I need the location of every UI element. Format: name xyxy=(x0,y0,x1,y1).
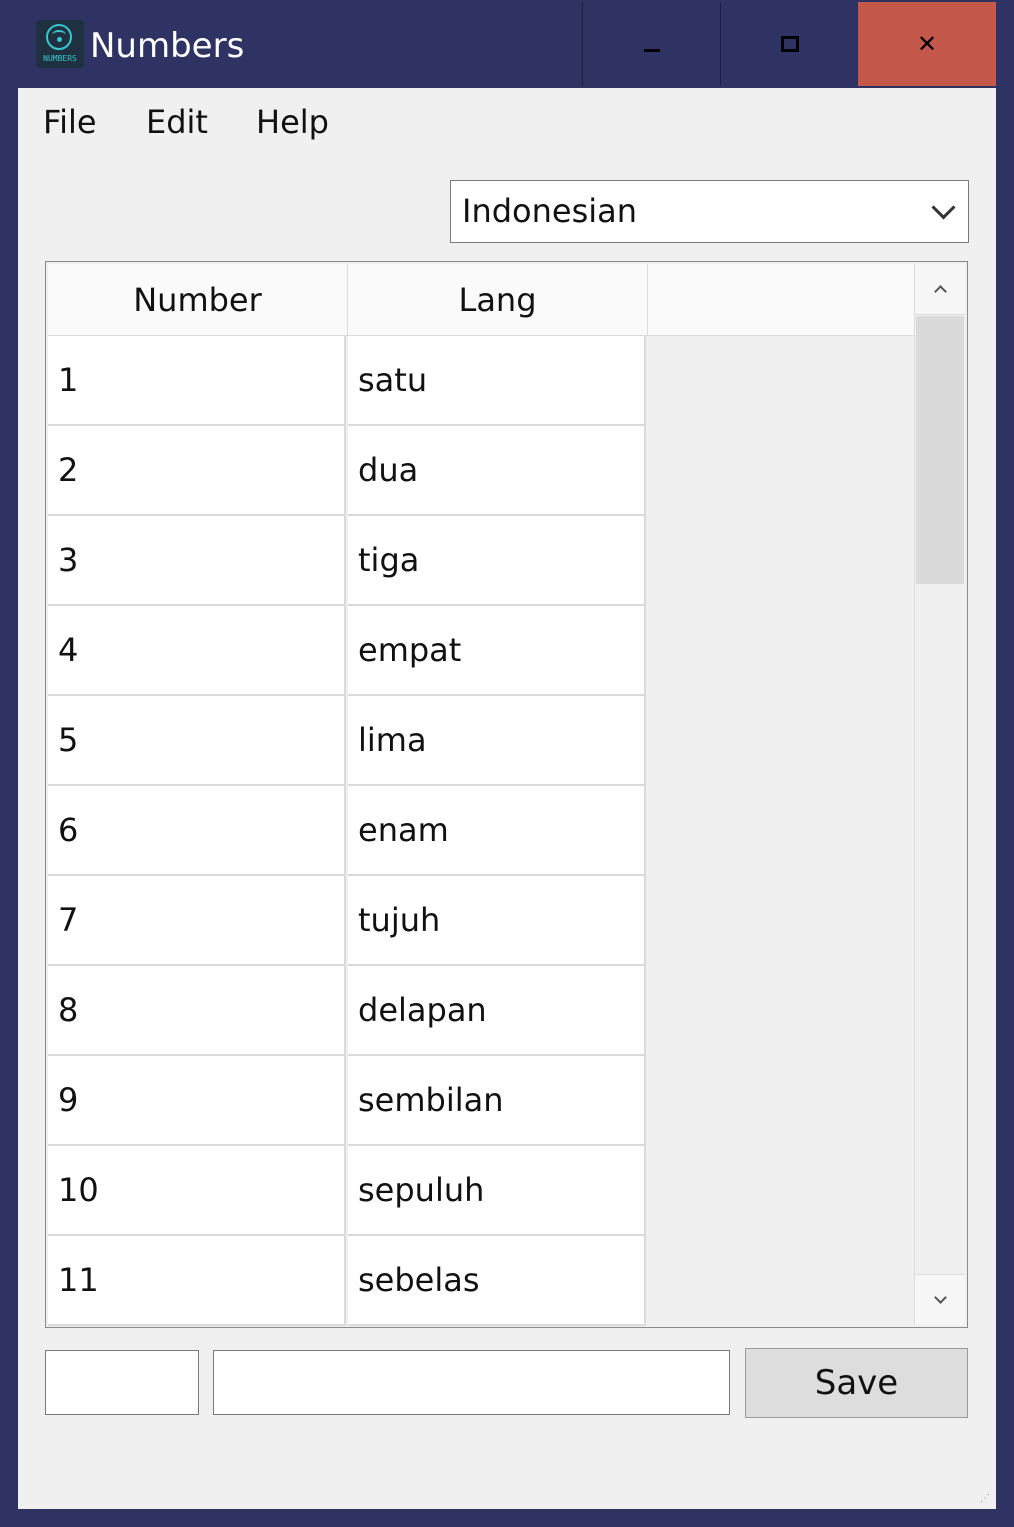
menu-edit[interactable]: Edit xyxy=(146,100,208,144)
cell-number-text: 1 xyxy=(58,361,79,399)
cell-lang[interactable]: satu xyxy=(348,336,646,426)
cell-lang-text: satu xyxy=(358,361,428,399)
lang-input[interactable] xyxy=(213,1350,730,1415)
chevron-up-icon xyxy=(933,285,947,298)
cell-lang-text: enam xyxy=(358,811,449,849)
maximize-button[interactable] xyxy=(720,2,859,86)
table-row[interactable]: 6 enam xyxy=(48,786,648,876)
cell-number[interactable]: 5 xyxy=(48,696,346,786)
cell-number-text: 9 xyxy=(58,1081,79,1119)
cell-number[interactable]: 4 xyxy=(48,606,346,696)
cell-lang[interactable]: dua xyxy=(348,426,646,516)
cell-number[interactable]: 2 xyxy=(48,426,346,516)
chevron-down-icon xyxy=(933,1291,947,1304)
vertical-scrollbar[interactable] xyxy=(914,264,965,1325)
cell-number-text: 10 xyxy=(58,1171,99,1209)
window-title: Numbers xyxy=(90,26,245,66)
cell-number[interactable]: 11 xyxy=(48,1236,346,1326)
cell-number[interactable]: 8 xyxy=(48,966,346,1056)
language-dropdown-value: Indonesian xyxy=(462,192,638,230)
table-row[interactable]: 10 sepuluh xyxy=(48,1146,648,1236)
cell-lang[interactable]: lima xyxy=(348,696,646,786)
menu-help[interactable]: Help xyxy=(256,100,329,144)
cell-lang[interactable]: sepuluh xyxy=(348,1146,646,1236)
chevron-down-icon xyxy=(931,195,956,220)
table-row[interactable]: 7 tujuh xyxy=(48,876,648,966)
cell-number-text: 7 xyxy=(58,901,79,939)
cell-number-text: 6 xyxy=(58,811,79,849)
cell-lang-text: tujuh xyxy=(358,901,441,939)
cell-lang-text: lima xyxy=(358,721,427,759)
cell-number[interactable]: 3 xyxy=(48,516,346,606)
cell-lang[interactable]: enam xyxy=(348,786,646,876)
close-icon: ✕ xyxy=(916,30,938,58)
app-window: NUMBERS Numbers ✕ File Edit Help Indones… xyxy=(0,0,1014,1527)
cell-number-text: 4 xyxy=(58,631,79,669)
cell-number-text: 3 xyxy=(58,541,79,579)
table-row[interactable]: 5 lima xyxy=(48,696,648,786)
cell-lang[interactable]: tiga xyxy=(348,516,646,606)
cell-number-text: 8 xyxy=(58,991,79,1029)
cell-lang-text: tiga xyxy=(358,541,420,579)
table-row[interactable]: 11 sebelas xyxy=(48,1236,648,1326)
column-header-lang[interactable]: Lang xyxy=(348,264,648,336)
resize-grip-icon[interactable]: ⋰ xyxy=(980,1493,992,1505)
cell-number[interactable]: 1 xyxy=(48,336,346,426)
scroll-down-button[interactable] xyxy=(915,1274,965,1325)
number-input[interactable] xyxy=(45,1350,199,1415)
table-row[interactable]: 1 satu xyxy=(48,336,648,426)
language-dropdown[interactable]: Indonesian xyxy=(450,180,969,243)
menu-bar: File Edit Help xyxy=(18,88,996,154)
cell-number[interactable]: 7 xyxy=(48,876,346,966)
table-row[interactable]: 2 dua xyxy=(48,426,648,516)
cell-lang-text: empat xyxy=(358,631,462,669)
cell-lang[interactable]: empat xyxy=(348,606,646,696)
cell-lang[interactable]: tujuh xyxy=(348,876,646,966)
cell-lang-text: sepuluh xyxy=(358,1171,485,1209)
menu-file[interactable]: File xyxy=(43,100,97,144)
scroll-up-button[interactable] xyxy=(915,264,965,315)
client-area: File Edit Help Indonesian Number Lang 1 … xyxy=(18,88,996,1509)
cell-lang-text: dua xyxy=(358,451,419,489)
cell-lang-text: sebelas xyxy=(358,1261,480,1299)
cell-number-text: 2 xyxy=(58,451,79,489)
column-header-number[interactable]: Number xyxy=(48,264,348,336)
cell-number[interactable]: 6 xyxy=(48,786,346,876)
column-header-filler xyxy=(648,264,914,336)
grid-rows: 1 satu 2 dua 3 tiga 4 empat 5 lima 6 ena… xyxy=(48,336,648,1326)
title-bar[interactable]: NUMBERS Numbers ✕ xyxy=(0,0,1014,88)
maximize-icon xyxy=(781,36,799,52)
table-row[interactable]: 8 delapan xyxy=(48,966,648,1056)
icon-dot xyxy=(57,37,62,42)
close-button[interactable]: ✕ xyxy=(858,2,996,86)
cell-lang[interactable]: delapan xyxy=(348,966,646,1056)
table-row[interactable]: 3 tiga xyxy=(48,516,648,606)
save-button[interactable]: Save xyxy=(745,1348,968,1418)
cell-number[interactable]: 9 xyxy=(48,1056,346,1146)
cell-number-text: 5 xyxy=(58,721,79,759)
minimize-icon xyxy=(644,48,660,52)
scrollbar-thumb[interactable] xyxy=(916,316,964,584)
cell-lang[interactable]: sebelas xyxy=(348,1236,646,1326)
numbers-grid[interactable]: Number Lang 1 satu 2 dua 3 tiga 4 empat … xyxy=(45,261,968,1328)
minimize-button[interactable] xyxy=(582,2,721,86)
table-row[interactable]: 4 empat xyxy=(48,606,648,696)
cell-lang[interactable]: sembilan xyxy=(348,1056,646,1146)
cell-number[interactable]: 10 xyxy=(48,1146,346,1236)
table-row[interactable]: 9 sembilan xyxy=(48,1056,648,1146)
cell-number-text: 11 xyxy=(58,1261,99,1299)
cell-lang-text: sembilan xyxy=(358,1081,504,1119)
icon-text: NUMBERS xyxy=(43,54,77,63)
cell-lang-text: delapan xyxy=(358,991,487,1029)
numbers-app-icon: NUMBERS xyxy=(36,20,84,68)
